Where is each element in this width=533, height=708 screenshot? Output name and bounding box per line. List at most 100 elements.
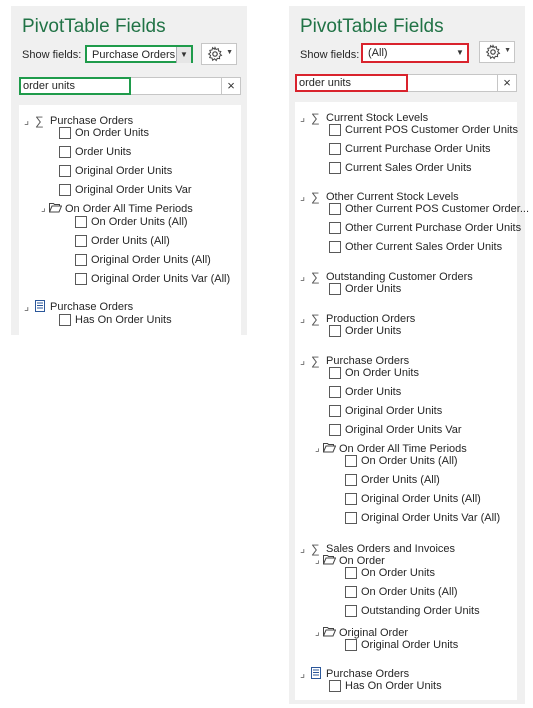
collapse-icon[interactable]: ⌟ (315, 442, 320, 456)
field-label: Has On Order Units (75, 314, 172, 326)
field-checkbox[interactable] (59, 165, 71, 177)
field-checkbox[interactable] (75, 273, 87, 285)
field-checkbox[interactable] (345, 512, 357, 524)
field-checkbox[interactable] (329, 424, 341, 436)
field-search-input[interactable]: order units × (295, 74, 517, 92)
field-checkbox[interactable] (75, 254, 87, 266)
field-label: Outstanding Order Units (361, 605, 480, 617)
field-checkbox[interactable] (345, 639, 357, 651)
field-label: On Order Units (361, 567, 435, 579)
collapse-icon[interactable]: ⌟ (24, 114, 29, 128)
field-label: Original Order Units Var (75, 184, 192, 196)
field-label: Original Order Units (75, 165, 173, 177)
field-label: Current Purchase Order Units (345, 143, 491, 155)
chevron-down-icon: ▼ (456, 48, 464, 57)
field-checkbox[interactable] (345, 455, 357, 467)
gear-icon (207, 46, 223, 62)
field-label: Original Order Units (361, 639, 459, 651)
collapse-icon[interactable]: ⌟ (300, 542, 305, 556)
collapse-icon[interactable]: ⌟ (300, 270, 305, 284)
collapse-icon[interactable]: ⌟ (300, 111, 305, 125)
field-checkbox[interactable] (329, 283, 341, 295)
show-fields-label: Show fields: (22, 49, 82, 61)
folder-icon (322, 442, 337, 456)
sigma-icon: ∑ (35, 114, 44, 128)
sigma-icon: ∑ (311, 190, 320, 204)
field-checkbox[interactable] (329, 367, 341, 379)
field-label: Original Order Units Var (All) (91, 273, 231, 285)
sigma-icon: ∑ (311, 354, 320, 368)
folder-icon (322, 626, 337, 640)
field-checkbox[interactable] (329, 162, 341, 174)
field-label: Order Units (345, 386, 402, 398)
collapse-icon[interactable]: ⌟ (41, 202, 46, 216)
field-checkbox[interactable] (59, 184, 71, 196)
field-label: Order Units (345, 283, 402, 295)
field-checkbox[interactable] (329, 680, 341, 692)
field-list: ⌟ ∑ Purchase Orders On Order Units Order Uni… (19, 105, 241, 335)
table-icon (35, 300, 45, 315)
show-fields-dropdown[interactable]: (All) ▼ (361, 43, 469, 63)
field-label: Original Order Units (All) (91, 254, 211, 266)
field-label: Order Units (All) (361, 474, 440, 486)
pivot-pane-left: PivotTable Fields Show fields: Purchase … (11, 6, 247, 335)
collapse-icon[interactable]: ⌟ (300, 312, 305, 326)
show-fields-dropdown[interactable]: Purchase Orders ▼ (85, 45, 193, 63)
field-checkbox[interactable] (329, 222, 341, 234)
field-label: Original Order Units Var (All) (361, 512, 501, 524)
search-text: order units (299, 77, 351, 89)
clear-search-button[interactable]: × (497, 75, 516, 91)
collapse-icon[interactable]: ⌟ (300, 354, 305, 368)
pane-title: PivotTable Fields (22, 16, 166, 37)
field-label: Other Current Purchase Order Units (345, 222, 522, 234)
show-fields-label: Show fields: (300, 49, 360, 61)
field-checkbox[interactable] (329, 241, 341, 253)
field-label: On Order Units (All) (361, 455, 458, 467)
field-label: Order Units (345, 325, 402, 337)
field-checkbox[interactable] (329, 405, 341, 417)
pane-title: PivotTable Fields (300, 16, 444, 37)
show-fields-value: (All) (368, 47, 388, 59)
folder-icon (322, 554, 337, 568)
field-checkbox[interactable] (329, 124, 341, 136)
show-fields-value: Purchase Orders (92, 49, 176, 61)
chevron-down-icon: ▼ (226, 49, 233, 56)
field-label: Original Order Units Var (345, 424, 462, 436)
collapse-icon[interactable]: ⌟ (300, 667, 305, 681)
chevron-down-icon: ▼ (504, 47, 511, 54)
field-checkbox[interactable] (75, 216, 87, 228)
field-checkbox[interactable] (59, 127, 71, 139)
sigma-icon: ∑ (311, 111, 320, 125)
field-checkbox[interactable] (329, 143, 341, 155)
field-checkbox[interactable] (345, 605, 357, 617)
field-checkbox[interactable] (345, 474, 357, 486)
field-checkbox[interactable] (59, 146, 71, 158)
clear-search-button[interactable]: × (221, 78, 240, 94)
table-icon (311, 667, 321, 682)
field-label: Order Units (All) (91, 235, 170, 247)
pivot-pane-right: PivotTable Fields Show fields: (All) ▼ ▼… (289, 6, 529, 704)
collapse-icon[interactable]: ⌟ (315, 554, 320, 568)
field-label: Other Current POS Customer Order... (345, 203, 530, 215)
field-label: On Order Units (All) (361, 586, 458, 598)
field-label: Other Current Sales Order Units (345, 241, 503, 253)
sigma-icon: ∑ (311, 270, 320, 284)
field-label: On Order Units (All) (91, 216, 188, 228)
field-checkbox[interactable] (329, 203, 341, 215)
field-checkbox[interactable] (329, 386, 341, 398)
field-list: ⌟ ∑ Current Stock Levels Current POS Custom… (295, 102, 529, 700)
collapse-icon[interactable]: ⌟ (24, 300, 29, 314)
field-search-input[interactable]: order units × (19, 77, 241, 95)
settings-button[interactable]: ▼ (201, 43, 237, 65)
collapse-icon[interactable]: ⌟ (315, 626, 320, 640)
field-checkbox[interactable] (75, 235, 87, 247)
collapse-icon[interactable]: ⌟ (300, 190, 305, 204)
field-checkbox[interactable] (59, 314, 71, 326)
field-checkbox[interactable] (345, 586, 357, 598)
field-checkbox[interactable] (345, 493, 357, 505)
field-checkbox[interactable] (329, 325, 341, 337)
settings-button[interactable]: ▼ (479, 41, 515, 63)
folder-icon (48, 202, 63, 216)
field-label: On Order Units (345, 367, 419, 379)
field-checkbox[interactable] (345, 567, 357, 579)
